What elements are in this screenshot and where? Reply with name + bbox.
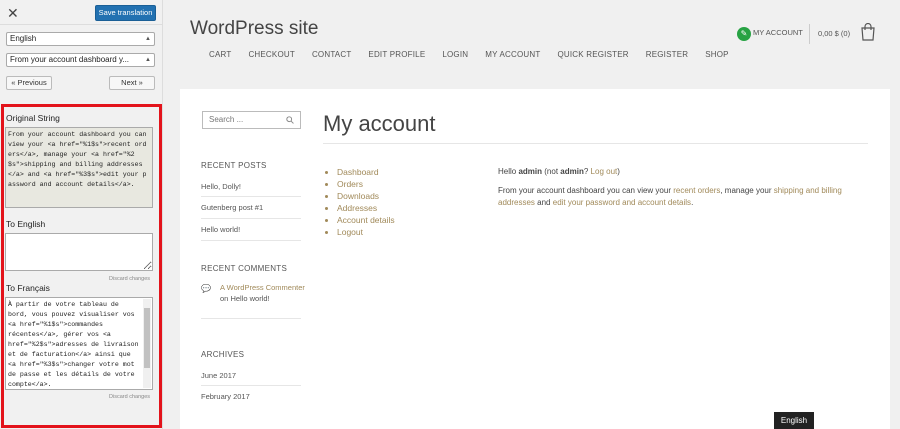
to-french-label: To Français xyxy=(6,283,50,293)
string-select-value: From your account dashboard y... xyxy=(10,55,130,64)
account-nav-downloads[interactable]: Downloads xyxy=(337,190,395,202)
archives-title: ARCHIVES xyxy=(201,350,245,359)
hello-text: ? xyxy=(583,167,589,176)
desc-text: and xyxy=(537,198,551,207)
search-input[interactable]: Search ... xyxy=(202,111,301,129)
pencil-icon[interactable]: ✎ xyxy=(737,27,751,41)
menu-item-quick-register[interactable]: QUICK REGISTER xyxy=(557,50,628,59)
page-content: Search ... RECENT POSTS Hello, Dolly! Gu… xyxy=(180,89,890,429)
discard-changes-english-link[interactable]: Discard changes xyxy=(109,276,150,282)
french-translation-textarea[interactable]: À partir de votre tableau de bord, vous … xyxy=(5,297,153,390)
account-nav-account-details[interactable]: Account details xyxy=(337,214,395,226)
divider xyxy=(201,196,301,197)
to-english-label: To English xyxy=(6,219,46,229)
username: admin xyxy=(518,167,543,176)
language-select[interactable]: English ▲▼ xyxy=(6,32,155,46)
hello-message: Hello admin (not admin? Log out) xyxy=(498,167,620,176)
divider xyxy=(809,24,810,44)
account-navigation: Dashboard Orders Downloads Addresses Acc… xyxy=(337,166,395,238)
page-title: My account xyxy=(323,111,436,136)
chevron-down-icon: ▲▼ xyxy=(145,57,151,63)
site-title[interactable]: WordPress site xyxy=(190,18,318,40)
archive-link[interactable]: June 2017 xyxy=(201,371,301,380)
account-nav-orders[interactable]: Orders xyxy=(337,178,395,190)
main-menu: CART CHECKOUT CONTACT EDIT PROFILE LOGIN… xyxy=(209,50,746,59)
string-select[interactable]: From your account dashboard y... ▲▼ xyxy=(6,53,155,67)
site-preview: WordPress site CART CHECKOUT CONTACT EDI… xyxy=(164,0,900,429)
shopping-bag-icon[interactable] xyxy=(860,23,876,41)
recent-orders-link[interactable]: recent orders xyxy=(673,186,720,195)
recent-post-link[interactable]: Hello world! xyxy=(201,225,301,234)
original-string-textarea: From your account dashboard you can view… xyxy=(5,127,153,208)
archive-link[interactable]: February 2017 xyxy=(201,392,301,401)
menu-item-checkout[interactable]: CHECKOUT xyxy=(248,50,295,59)
translation-panel: ✕ Save translation English ▲▼ From your … xyxy=(0,0,163,429)
comment-post-link[interactable]: Hello world! xyxy=(230,294,269,303)
logout-link[interactable]: Log out xyxy=(591,167,618,176)
recent-post-link[interactable]: Gutenberg post #1 xyxy=(201,203,301,212)
account-nav-addresses[interactable]: Addresses xyxy=(337,202,395,214)
close-icon[interactable]: ✕ xyxy=(7,6,19,20)
previous-button[interactable]: « Previous xyxy=(6,76,52,90)
menu-item-contact[interactable]: CONTACT xyxy=(312,50,351,59)
recent-comment: A WordPress Commenter on Hello world! xyxy=(220,282,305,304)
divider xyxy=(201,385,301,386)
desc-text: , manage your xyxy=(720,186,772,195)
account-details-link[interactable]: edit your password and account details xyxy=(553,198,691,207)
menu-item-login[interactable]: LOGIN xyxy=(442,50,468,59)
divider xyxy=(201,240,301,241)
recent-post-link[interactable]: Hello, Dolly! xyxy=(201,182,301,191)
search-icon[interactable] xyxy=(286,116,294,124)
comment-on-text: on xyxy=(220,294,229,303)
discard-changes-french-link[interactable]: Discard changes xyxy=(109,394,150,400)
menu-item-shop[interactable]: SHOP xyxy=(705,50,728,59)
chevron-down-icon: ▲▼ xyxy=(145,36,151,42)
hello-text: Hello xyxy=(498,167,517,176)
username: admin xyxy=(560,167,584,176)
scrollbar-thumb[interactable] xyxy=(144,308,150,368)
divider xyxy=(0,24,163,25)
divider xyxy=(323,143,868,144)
desc-text: From your account dashboard you can view… xyxy=(498,186,671,195)
search-placeholder: Search ... xyxy=(209,115,244,124)
menu-item-my-account[interactable]: MY ACCOUNT xyxy=(485,50,540,59)
next-button[interactable]: Next » xyxy=(109,76,155,90)
original-string-label: Original String xyxy=(6,113,60,123)
divider xyxy=(201,218,301,219)
menu-item-register[interactable]: REGISTER xyxy=(646,50,689,59)
desc-text: . xyxy=(691,198,694,207)
french-translation-text: À partir de votre tableau de bord, vous … xyxy=(8,301,139,388)
english-translation-textarea[interactable] xyxy=(5,233,153,271)
recent-posts-title: RECENT POSTS xyxy=(201,161,267,170)
comment-icon: 💬 xyxy=(201,284,211,293)
comment-author-link[interactable]: A WordPress Commenter xyxy=(220,283,305,292)
cart-total[interactable]: 0,00 $ (0) xyxy=(818,29,850,38)
hello-text: (not xyxy=(544,167,559,176)
dashboard-description: From your account dashboard you can view… xyxy=(498,185,873,209)
hello-text: ) xyxy=(617,167,620,176)
menu-item-edit-profile[interactable]: EDIT PROFILE xyxy=(368,50,425,59)
my-account-link[interactable]: MY ACCOUNT xyxy=(753,28,803,37)
account-nav-dashboard[interactable]: Dashboard xyxy=(337,166,395,178)
save-translation-button[interactable]: Save translation xyxy=(95,5,156,21)
recent-comments-title: RECENT COMMENTS xyxy=(201,264,288,273)
divider xyxy=(201,318,301,319)
menu-item-cart[interactable]: CART xyxy=(209,50,231,59)
account-nav-logout[interactable]: Logout xyxy=(337,226,395,238)
language-switcher-badge[interactable]: English xyxy=(774,412,814,429)
language-select-value: English xyxy=(10,34,37,43)
